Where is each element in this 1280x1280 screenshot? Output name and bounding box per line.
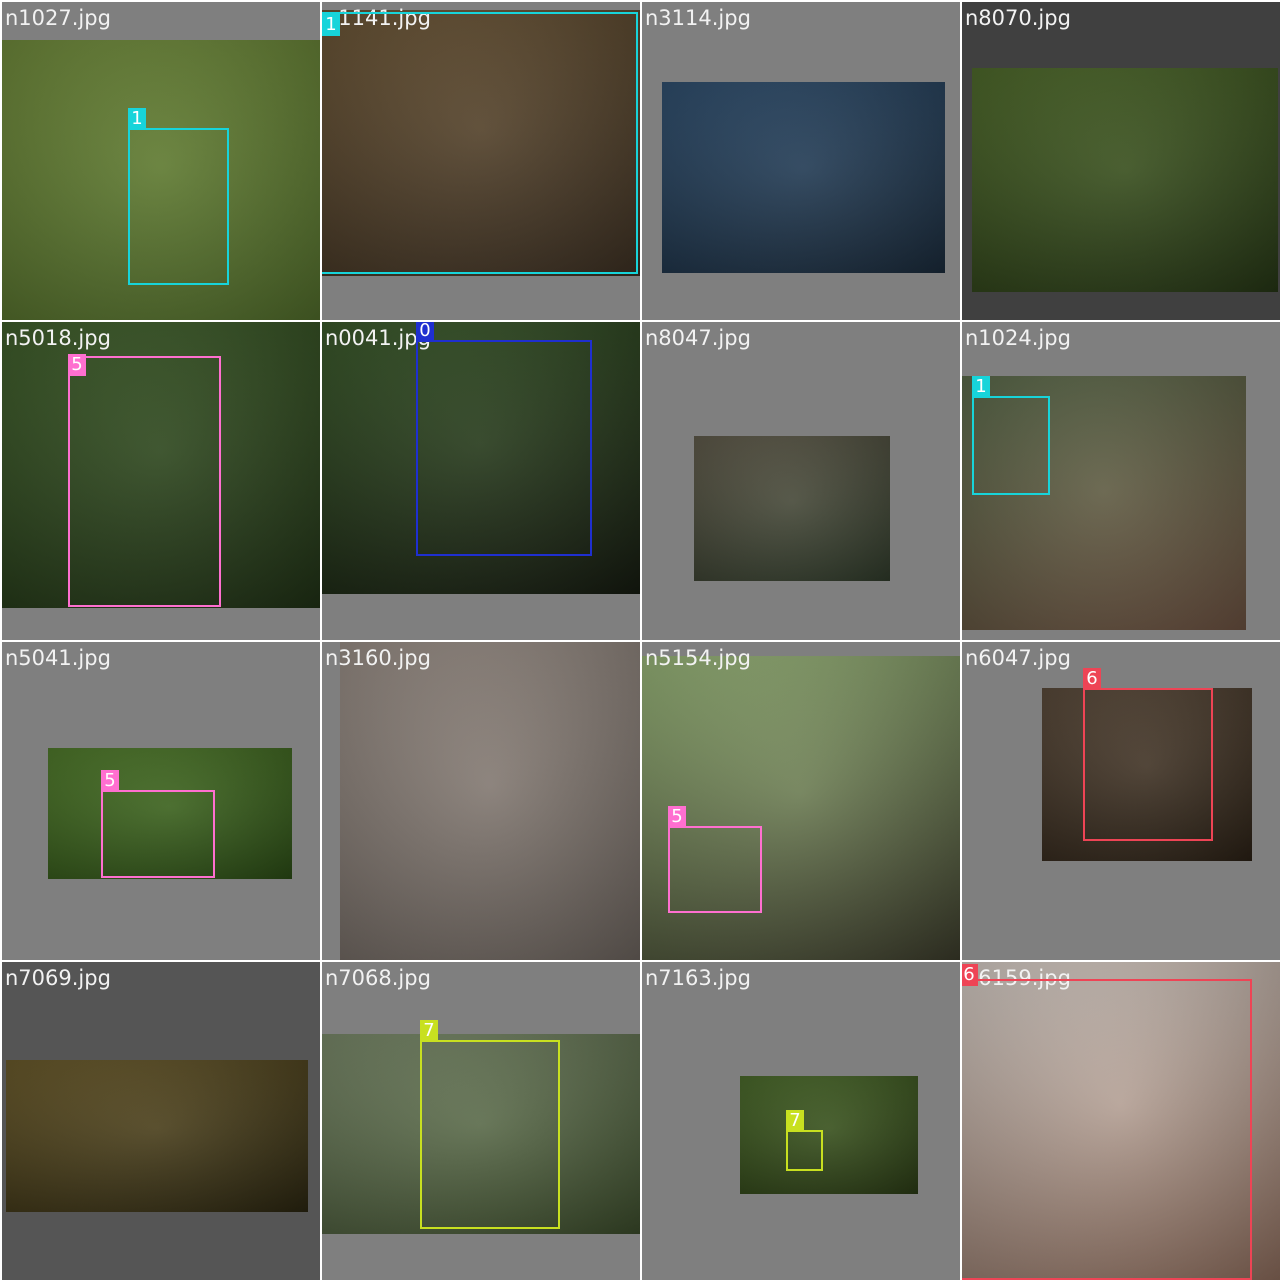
tile-filename: n5041.jpg bbox=[5, 646, 111, 670]
detection-box: 1 bbox=[128, 108, 229, 285]
mosaic-tile: n7163.jpg 7 bbox=[642, 962, 960, 1280]
mosaic-tile: n3160.jpg bbox=[322, 642, 640, 960]
mosaic-tile: n7068.jpg 7 bbox=[322, 962, 640, 1280]
detection-box: 0 bbox=[416, 322, 592, 556]
detection-class-label: 1 bbox=[322, 14, 340, 36]
tile-photo bbox=[740, 1076, 918, 1194]
detection-class-label: 7 bbox=[786, 1110, 804, 1132]
tile-filename: n5154.jpg bbox=[645, 646, 751, 670]
detection-box: 7 bbox=[420, 1020, 560, 1229]
detection-class-label: 5 bbox=[668, 806, 686, 828]
mosaic-tile: n1027.jpg 1 bbox=[2, 2, 320, 320]
mosaic-grid: n1027.jpg 1 n1141.jpg 1 n3114.jpg n8070.… bbox=[0, 0, 1280, 1280]
mosaic-tile: n6159.jpg 6 bbox=[962, 962, 1280, 1280]
mosaic-tile: n8047.jpg bbox=[642, 322, 960, 640]
tile-photo bbox=[340, 642, 640, 960]
mosaic-tile: n3114.jpg bbox=[642, 2, 960, 320]
detection-class-label: 5 bbox=[68, 354, 86, 376]
detection-box: 5 bbox=[668, 806, 762, 913]
tile-photo bbox=[662, 82, 945, 273]
tile-filename: n8047.jpg bbox=[645, 326, 751, 350]
detection-box: 6 bbox=[962, 964, 1252, 1280]
mosaic-tile: n5018.jpg 5 bbox=[2, 322, 320, 640]
tile-photo bbox=[972, 68, 1278, 292]
detection-box: 1 bbox=[972, 376, 1050, 495]
detection-box: 5 bbox=[101, 770, 215, 878]
mosaic-tile: n5041.jpg 5 bbox=[2, 642, 320, 960]
detection-box: 6 bbox=[1083, 668, 1213, 841]
tile-filename: n6047.jpg bbox=[965, 646, 1071, 670]
tile-filename: n8070.jpg bbox=[965, 6, 1071, 30]
detection-box: 7 bbox=[786, 1110, 823, 1171]
tile-photo bbox=[6, 1060, 308, 1212]
detection-class-label: 1 bbox=[972, 376, 990, 398]
tile-filename: n3114.jpg bbox=[645, 6, 751, 30]
detection-class-label: 6 bbox=[962, 964, 978, 986]
mosaic-tile: n5154.jpg 5 bbox=[642, 642, 960, 960]
tile-photo bbox=[694, 436, 890, 581]
detection-box: 1 bbox=[322, 12, 638, 274]
mosaic-tile: n0041.jpg 0 bbox=[322, 322, 640, 640]
tile-filename: n7163.jpg bbox=[645, 966, 751, 990]
mosaic-tile: n6047.jpg 6 bbox=[962, 642, 1280, 960]
tile-filename: n7069.jpg bbox=[5, 966, 111, 990]
mosaic-tile: n1141.jpg 1 bbox=[322, 2, 640, 320]
mosaic-tile: n1024.jpg 1 bbox=[962, 322, 1280, 640]
detection-class-label: 0 bbox=[416, 322, 434, 342]
tile-filename: n1027.jpg bbox=[5, 6, 111, 30]
tile-filename: n1024.jpg bbox=[965, 326, 1071, 350]
tile-photo bbox=[642, 656, 960, 960]
tile-filename: n5018.jpg bbox=[5, 326, 111, 350]
mosaic-tile: n8070.jpg bbox=[962, 2, 1280, 320]
detection-box: 5 bbox=[68, 354, 221, 607]
mosaic-tile: n7069.jpg bbox=[2, 962, 320, 1280]
detection-class-label: 7 bbox=[420, 1020, 438, 1042]
tile-filename: n3160.jpg bbox=[325, 646, 431, 670]
tile-filename: n7068.jpg bbox=[325, 966, 431, 990]
detection-class-label: 5 bbox=[101, 770, 119, 792]
detection-class-label: 6 bbox=[1083, 668, 1101, 690]
detection-class-label: 1 bbox=[128, 108, 146, 130]
